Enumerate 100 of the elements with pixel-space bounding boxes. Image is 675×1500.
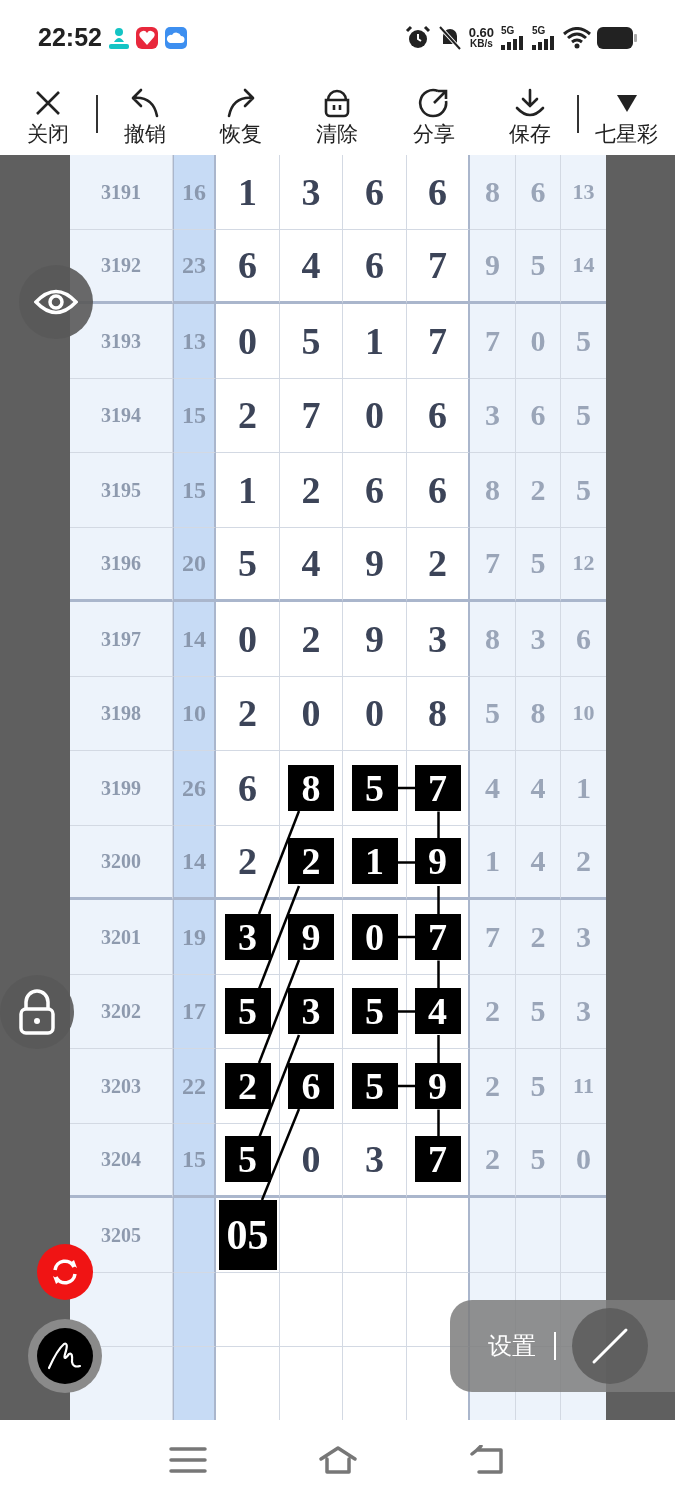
table-cell: 8 xyxy=(470,602,516,677)
table-cell: 6 xyxy=(407,378,470,453)
download-icon xyxy=(514,87,547,118)
table-cell: 0 xyxy=(216,304,280,379)
table-cell: 3 xyxy=(561,900,606,975)
network-type: 5G xyxy=(501,25,516,36)
table-cell: 4 xyxy=(470,751,516,826)
lock-icon xyxy=(18,989,56,1035)
wifi-icon xyxy=(563,26,591,49)
table-cell: 3 xyxy=(343,1123,407,1198)
eye-icon xyxy=(34,287,78,317)
table-cell: 4 xyxy=(280,229,343,304)
table-cell: 3197 xyxy=(70,602,173,677)
marked-digit: 6 xyxy=(288,1062,334,1109)
table-cell: 6 xyxy=(561,602,606,677)
table-cell: 11 xyxy=(561,1049,606,1124)
connector-line xyxy=(398,861,416,864)
table-cell: 3 xyxy=(516,602,561,677)
network-type: 5G xyxy=(532,25,547,36)
table-cell: 2 xyxy=(216,825,280,900)
marked-digit: 2 xyxy=(224,1062,271,1109)
table-cell: 3 xyxy=(561,974,606,1049)
marked-digit: 1 xyxy=(351,838,398,885)
heart-app-icon xyxy=(134,25,159,50)
marked-digit: 3 xyxy=(288,988,334,1035)
marked-digit: 8 xyxy=(288,764,334,811)
table-cell: 6 xyxy=(216,229,280,304)
table-cell: 19 xyxy=(173,900,216,975)
table-cell: 1 xyxy=(216,453,280,528)
table-cell: 5 xyxy=(561,453,606,528)
table-cell: 13 xyxy=(173,304,216,379)
table-cell: 5 xyxy=(516,527,561,602)
table-cell: 7 xyxy=(470,304,516,379)
home-icon[interactable] xyxy=(317,1445,358,1475)
connector-line xyxy=(437,886,440,914)
toolbar-button[interactable]: 恢复 xyxy=(192,75,290,155)
table-cell: 3199 xyxy=(70,751,173,826)
table-cell: 3200 xyxy=(70,825,173,900)
table-cell: 7 xyxy=(280,378,343,453)
table-cell: 3 xyxy=(407,602,470,677)
toolbar-button[interactable]: 分享 xyxy=(385,75,483,155)
table-cell: 2 xyxy=(280,453,343,528)
table-cell: 5 xyxy=(470,676,516,751)
signal-icon xyxy=(501,35,525,50)
trash-bin-icon xyxy=(323,87,352,118)
table-cell: 7 xyxy=(470,527,516,602)
signature-icon xyxy=(47,1340,83,1372)
table-cell: 22 xyxy=(173,1049,216,1124)
table-cell: 5 xyxy=(516,1049,561,1124)
toolbar-button[interactable]: 撤销 xyxy=(96,75,193,155)
table-cell: 6 xyxy=(516,378,561,453)
table-cell: 4 xyxy=(280,527,343,602)
table-cell: 2 xyxy=(516,900,561,975)
marked-digit: 5 xyxy=(351,1062,398,1109)
table-cell: 14 xyxy=(173,825,216,900)
toolbar-button[interactable]: 保存 xyxy=(482,75,579,155)
toolbar-button[interactable]: 清除 xyxy=(289,75,386,155)
connector-line xyxy=(398,935,416,939)
table-cell: 1 xyxy=(561,751,606,826)
speed-unit: KB/s xyxy=(469,39,493,49)
toolbar-button[interactable]: 七星彩 xyxy=(578,75,675,155)
table-cell: 2 xyxy=(216,676,280,751)
table-cell: 9 xyxy=(470,229,516,304)
table-cell: 3196 xyxy=(70,527,173,602)
table-cell: 0 xyxy=(280,676,343,751)
marked-digit: 0 xyxy=(351,913,398,960)
connector-line xyxy=(437,811,440,840)
table-cell: 3198 xyxy=(70,676,173,751)
table-cell: 3 xyxy=(280,155,343,230)
table-cell: 3194 xyxy=(70,378,173,453)
connector-line xyxy=(437,960,440,989)
table-cell: 13 xyxy=(561,155,606,230)
table-cell: 2 xyxy=(470,974,516,1049)
table-cell: 3195 xyxy=(70,453,173,528)
share-icon xyxy=(417,86,450,119)
toolbar-button[interactable]: 关闭 xyxy=(0,75,97,155)
table-cell: 3 xyxy=(470,378,516,453)
table-cell: 0 xyxy=(343,676,407,751)
table-cell: 6 xyxy=(407,453,470,528)
table-cell: 26 xyxy=(173,751,216,826)
network-speed: 0.60 xyxy=(468,26,494,39)
line-icon xyxy=(590,1326,630,1366)
marked-digit: 5 xyxy=(224,1136,271,1183)
table-cell: 9 xyxy=(343,602,407,677)
table-cell: 8 xyxy=(407,676,470,751)
marked-digit: 7 xyxy=(414,764,461,811)
refresh-icon xyxy=(50,1258,80,1286)
connector-line xyxy=(398,786,416,790)
table-cell: 10 xyxy=(561,676,606,751)
table-cell: 3203 xyxy=(70,1049,173,1124)
table-cell: 2 xyxy=(280,602,343,677)
table-cell: 10 xyxy=(173,676,216,751)
table-cell: 3191 xyxy=(70,155,173,230)
menu-icon[interactable] xyxy=(167,1445,208,1475)
table-cell: 3205 xyxy=(70,1198,173,1273)
table-cell: 16 xyxy=(173,155,216,230)
table-cell: 4 xyxy=(516,825,561,900)
alarm-icon xyxy=(404,24,431,51)
table-cell: 5 xyxy=(216,527,280,602)
app-figure-icon xyxy=(107,25,130,50)
